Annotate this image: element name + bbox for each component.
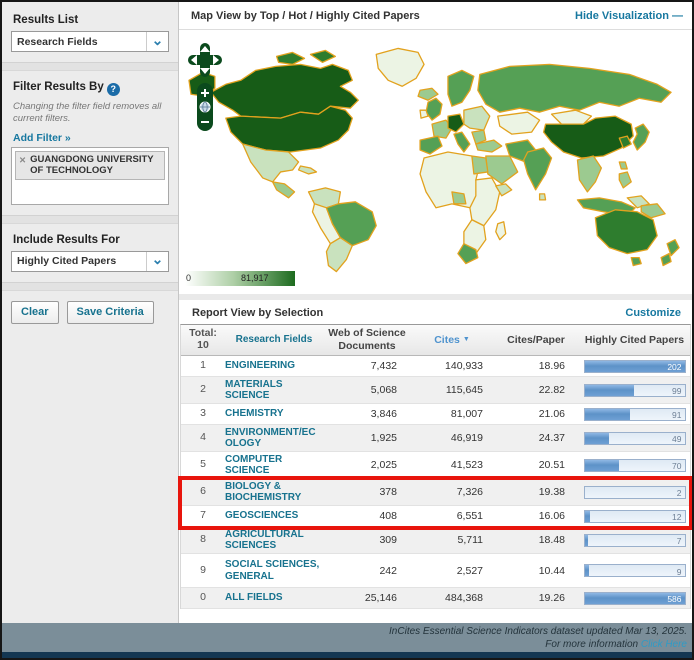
hcp-bar: 12 <box>584 510 686 523</box>
sidebar-divider <box>2 282 178 291</box>
table-row[interactable]: 2 MATERIALS SCIENCE 5,068 115,645 22.82 … <box>181 377 690 404</box>
close-icon[interactable]: ✕ <box>19 155 26 177</box>
filter-note: Changing the filter field removes all cu… <box>13 101 167 125</box>
help-icon[interactable]: ? <box>107 83 120 96</box>
hcp-bar: 91 <box>584 408 686 421</box>
sidebar-divider <box>2 215 178 224</box>
sort-down-icon: ▼ <box>463 336 470 343</box>
hcp-bar: 202 <box>584 360 686 373</box>
include-results-dropdown[interactable]: Highly Cited Papers ⌄ <box>11 251 169 272</box>
save-criteria-button[interactable]: Save Criteria <box>67 301 154 324</box>
add-filter-link[interactable]: Add Filter » <box>13 132 169 144</box>
hide-visualization-link[interactable]: Hide Visualization — <box>575 10 682 22</box>
map-panel: 0 81,917 <box>179 30 692 300</box>
legend-max-value: 81,917 <box>241 273 269 283</box>
field-link[interactable]: GEOSCIENCES <box>225 510 323 522</box>
include-results-value: Highly Cited Papers <box>12 255 146 267</box>
table-header-row: Total: 10 Research Fields Web of Science… <box>181 325 690 356</box>
table-row[interactable]: 9 SOCIAL SCIENCES, GENERAL 242 2,527 10.… <box>181 554 690 588</box>
table-row[interactable]: 8 AGRICULTURAL SCIENCES 309 5,711 18.48 … <box>181 527 690 554</box>
field-link[interactable]: AGRICULTURAL SCIENCES <box>225 529 323 552</box>
results-list-label: Results List <box>13 14 169 26</box>
table-row[interactable]: 1 ENGINEERING 7,432 140,933 18.96 202 <box>181 356 690 377</box>
hcp-bar: 70 <box>584 459 686 472</box>
map-zoom-control[interactable] <box>196 82 214 132</box>
results-list-value: Research Fields <box>12 36 146 48</box>
col-wos-documents[interactable]: Web of Science Documents <box>323 327 411 352</box>
field-link[interactable]: MATERIALS SCIENCE <box>225 379 323 402</box>
footer-info-line: For more information Click Here <box>2 639 687 652</box>
table-row[interactable]: 0 ALL FIELDS 25,146 484,368 19.26 586 <box>181 588 690 609</box>
hcp-bar: 9 <box>584 564 686 577</box>
chevron-down-icon[interactable]: ⌄ <box>146 32 168 51</box>
esi-window: Results List Research Fields ⌄ Filter Re… <box>0 0 694 660</box>
legend-min-value: 0 <box>186 273 191 283</box>
table-row[interactable]: 6 BIOLOGY & BIOCHEMISTRY 378 7,326 19.38… <box>181 479 690 506</box>
active-filters-box: ✕ GUANGDONG UNIVERSITY OF TECHNOLOGY <box>11 147 169 205</box>
footer-dataset-note: InCites Essential Science Indicators dat… <box>2 626 687 639</box>
minus-icon: — <box>672 10 682 22</box>
highlight-annotation: 6 BIOLOGY & BIOCHEMISTRY 378 7,326 19.38… <box>181 479 690 527</box>
report-table: Total: 10 Research Fields Web of Science… <box>180 324 691 609</box>
customize-link[interactable]: Customize <box>625 307 681 319</box>
table-row[interactable]: 3 CHEMISTRY 3,846 81,007 21.06 91 <box>181 404 690 425</box>
field-link[interactable]: BIOLOGY & BIOCHEMISTRY <box>225 481 323 504</box>
col-cites-per-paper[interactable]: Cites/Paper <box>493 334 579 347</box>
col-cites-sorted[interactable]: Cites ▼ <box>411 334 493 347</box>
chevron-down-icon[interactable]: ⌄ <box>146 252 168 271</box>
footer-strip <box>2 652 692 658</box>
hcp-bar: 49 <box>584 432 686 445</box>
table-row[interactable]: 7 GEOSCIENCES 408 6,551 16.06 12 <box>181 506 690 527</box>
report-section: Report View by Selection Customize Total… <box>179 300 692 623</box>
click-here-link[interactable]: Click Here <box>641 639 687 650</box>
report-title: Report View by Selection <box>192 307 323 319</box>
hcp-bar: 2 <box>584 486 686 499</box>
clear-button[interactable]: Clear <box>11 301 59 324</box>
results-list-dropdown[interactable]: Research Fields ⌄ <box>11 31 169 52</box>
filter-tag[interactable]: ✕ GUANGDONG UNIVERSITY OF TECHNOLOGY <box>15 151 165 180</box>
map-pan-control[interactable] <box>187 42 223 78</box>
hcp-bar: 586 <box>584 592 686 605</box>
table-row[interactable]: 4 ENVIRONMENT/ECOLOGY 1,925 46,919 24.37… <box>181 425 690 452</box>
field-link[interactable]: ENVIRONMENT/ECOLOGY <box>225 427 323 450</box>
table-row[interactable]: 5 COMPUTER SCIENCE 2,025 41,523 20.51 70 <box>181 452 690 479</box>
field-link[interactable]: ALL FIELDS <box>225 592 323 604</box>
field-link[interactable]: SOCIAL SCIENCES, GENERAL <box>225 559 323 582</box>
sidebar-divider <box>2 62 178 71</box>
col-research-fields[interactable]: Research Fields <box>225 334 323 346</box>
field-link[interactable]: CHEMISTRY <box>225 408 323 420</box>
field-link[interactable]: COMPUTER SCIENCE <box>225 454 323 477</box>
footer: InCites Essential Science Indicators dat… <box>2 623 692 652</box>
hcp-bar: 7 <box>584 534 686 547</box>
include-results-label: Include Results For <box>13 234 169 246</box>
col-highly-cited-papers[interactable]: Highly Cited Papers <box>579 334 690 347</box>
filter-by-label: Filter Results By? <box>13 81 169 96</box>
total-count: Total: 10 <box>181 328 225 351</box>
map-header: Map View by Top / Hot / Highly Cited Pap… <box>179 2 692 30</box>
main-content: Map View by Top / Hot / Highly Cited Pap… <box>179 2 692 623</box>
map-color-legend: 0 81,917 <box>183 271 295 286</box>
filter-tag-label: GUANGDONG UNIVERSITY OF TECHNOLOGY <box>30 154 161 177</box>
field-link[interactable]: ENGINEERING <box>225 360 323 372</box>
hcp-bar: 99 <box>584 384 686 397</box>
map-title: Map View by Top / Hot / Highly Cited Pap… <box>191 10 420 22</box>
world-map[interactable] <box>181 40 691 276</box>
sidebar: Results List Research Fields ⌄ Filter Re… <box>2 2 179 623</box>
